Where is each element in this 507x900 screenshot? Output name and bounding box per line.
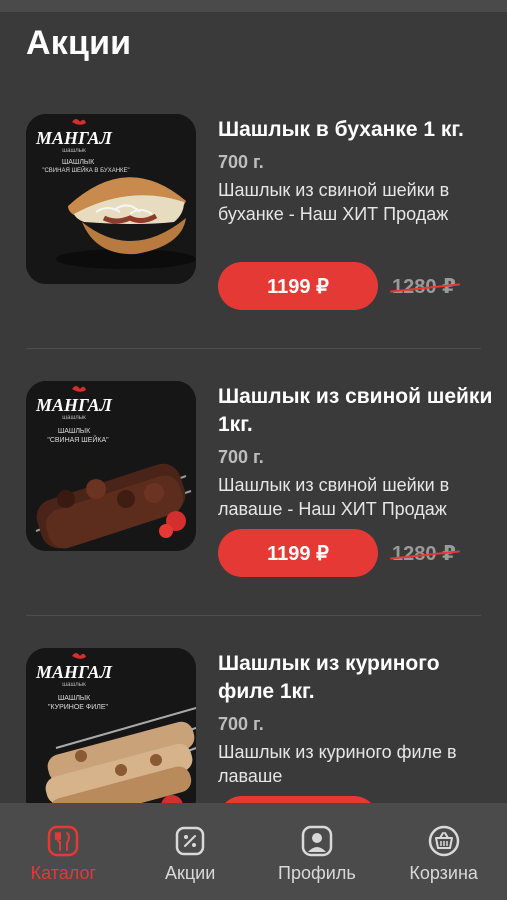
catalog-icon: [48, 825, 79, 857]
svg-text:ШАШЛЫК: ШАШЛЫК: [58, 428, 91, 435]
nav-item-promo[interactable]: Акции: [127, 803, 254, 900]
svg-text:шашлык: шашлык: [62, 415, 86, 421]
nav-label: Каталог: [30, 863, 97, 883]
product-image[interactable]: МАНГАЛ шашлык ШАШЛЫК "КУРИНОЕ ФИЛЕ": [26, 648, 196, 818]
svg-text:"СВИНАЯ ШЕЙКА": "СВИНАЯ ШЕЙКА": [47, 435, 109, 444]
svg-text:ШАШЛЫК: ШАШЛЫК: [62, 159, 95, 166]
svg-text:МАНГАЛ: МАНГАЛ: [35, 128, 113, 148]
price-row: 1199 ₽ 1280 ₽: [218, 529, 456, 577]
divider: [26, 348, 481, 349]
nav-label: Корзина: [409, 863, 478, 883]
product-card[interactable]: МАНГАЛ шашлык ШАШЛЫК "СВИНАЯ ШЕЙКА" Шашл…: [0, 381, 507, 631]
add-to-cart-price-button[interactable]: 1199 ₽: [218, 529, 378, 577]
profile-icon: [301, 825, 333, 857]
product-weight: 700 г.: [218, 447, 264, 467]
product-name: Шашлык в буханке 1 кг.: [218, 118, 464, 141]
status-bar: [0, 0, 507, 12]
nav-item-catalog[interactable]: Каталог: [0, 803, 127, 900]
product-description: Шашлык из свиной шейки в лаваше - Наш ХИ…: [218, 475, 450, 519]
old-price: 1280 ₽: [392, 275, 456, 298]
nav-item-profile[interactable]: Профиль: [254, 803, 381, 900]
svg-text:МАНГАЛ: МАНГАЛ: [35, 662, 113, 682]
product-name: Шашлык из куриного филе 1кг.: [218, 652, 440, 703]
nav-label: Профиль: [278, 863, 356, 883]
product-description: Шашлык из куриного филе в лаваше: [218, 742, 457, 786]
product-image[interactable]: МАНГАЛ шашлык ШАШЛЫК "СВИНАЯ ШЕЙКА": [26, 381, 196, 551]
bottom-nav: Каталог Акции Профиль Корзина: [0, 803, 507, 900]
page-title: Акции: [26, 24, 132, 62]
product-card[interactable]: МАНГАЛ шашлык ШАШЛЫК "СВИНАЯ ШЕЙКА В БУХ…: [0, 114, 507, 364]
old-price: 1280 ₽: [392, 542, 456, 565]
product-image[interactable]: МАНГАЛ шашлык ШАШЛЫК "СВИНАЯ ШЕЙКА В БУХ…: [26, 114, 196, 284]
svg-text:МАНГАЛ: МАНГАЛ: [35, 395, 113, 415]
product-weight: 700 г.: [218, 152, 264, 172]
svg-text:"СВИНАЯ ШЕЙКА В БУХАНКЕ": "СВИНАЯ ШЕЙКА В БУХАНКЕ": [42, 166, 129, 174]
price-row: 1199 ₽ 1280 ₽: [218, 262, 456, 310]
basket-icon: [428, 825, 459, 857]
svg-text:ШАШЛЫК: ШАШЛЫК: [58, 695, 91, 702]
nav-label: Акции: [164, 863, 216, 883]
svg-text:"КУРИНОЕ ФИЛЕ": "КУРИНОЕ ФИЛЕ": [48, 704, 109, 711]
promo-icon: [175, 826, 205, 856]
product-weight: 700 г.: [218, 714, 264, 734]
product-description: Шашлык из свиной шейки в буханке - Наш Х…: [218, 180, 450, 224]
add-to-cart-price-button[interactable]: 1199 ₽: [218, 262, 378, 310]
nav-item-basket[interactable]: Корзина: [380, 803, 507, 900]
svg-text:шашлык: шашлык: [62, 148, 86, 154]
svg-text:шашлык: шашлык: [62, 682, 86, 688]
product-name: Шашлык из свиной шейки 1кг.: [218, 385, 493, 436]
divider: [26, 615, 481, 616]
